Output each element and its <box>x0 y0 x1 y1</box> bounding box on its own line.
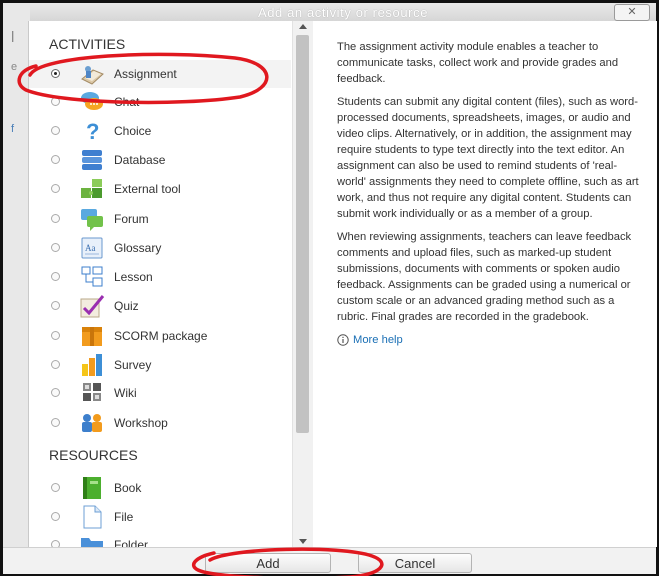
cancel-button[interactable]: Cancel <box>358 553 472 573</box>
option-folder[interactable]: Folder <box>29 531 291 547</box>
chooser-dialog: ACTIVITIES Assignment Chat ? Choice Data… <box>28 21 657 547</box>
database-icon <box>79 147 105 173</box>
option-chat[interactable]: Chat <box>29 88 291 116</box>
description-paragraph: Students can submit any digital content … <box>337 96 639 220</box>
option-forum[interactable]: Forum <box>29 205 291 233</box>
wiki-icon <box>79 380 105 406</box>
radio-button[interactable] <box>51 214 60 223</box>
option-label: Glossary <box>114 241 162 255</box>
radio-button[interactable] <box>51 540 60 547</box>
option-file[interactable]: File <box>29 503 291 531</box>
option-assignment[interactable]: Assignment <box>29 60 291 88</box>
add-button[interactable]: Add <box>205 553 331 573</box>
radio-button[interactable] <box>51 331 60 340</box>
radio-button[interactable] <box>51 388 60 397</box>
section-heading-activities: ACTIVITIES <box>49 36 126 52</box>
option-label: Forum <box>114 212 149 226</box>
description-paragraph: The assignment activity module enables a… <box>337 41 619 85</box>
choice-icon: ? <box>79 118 105 144</box>
scorm-package-icon <box>79 323 105 349</box>
list-scrollbar[interactable] <box>292 21 313 547</box>
option-quiz[interactable]: Quiz <box>29 292 291 320</box>
radio-button[interactable] <box>51 418 60 427</box>
option-label: Workshop <box>114 416 168 430</box>
scroll-thumb[interactable] <box>296 35 309 433</box>
folder-icon <box>79 532 105 547</box>
workshop-icon <box>79 410 105 436</box>
option-label: Lesson <box>114 270 153 284</box>
svg-text:?: ? <box>86 119 99 144</box>
dialog-footer: Add Cancel <box>3 547 656 574</box>
more-help-link[interactable]: More help <box>337 332 645 348</box>
option-lesson[interactable]: Lesson <box>29 263 291 291</box>
radio-button[interactable] <box>51 360 60 369</box>
background-page-strip: l e f <box>3 3 30 573</box>
option-label: Survey <box>114 358 152 372</box>
radio-button[interactable] <box>51 69 60 78</box>
module-help-panel: The assignment activity module enables a… <box>314 21 657 547</box>
option-database[interactable]: Database <box>29 146 291 174</box>
radio-button[interactable] <box>51 155 60 164</box>
info-icon <box>337 334 349 346</box>
background-glyph: l <box>11 29 15 46</box>
chat-icon <box>79 89 105 115</box>
background-glyph: f <box>11 123 15 135</box>
background-glyph: e <box>11 61 18 73</box>
radio-button[interactable] <box>51 483 60 492</box>
description-paragraph: When reviewing assignments, teachers can… <box>337 231 632 323</box>
option-scorm-package[interactable]: SCORM package <box>29 322 291 350</box>
section-heading-resources: RESOURCES <box>49 447 138 463</box>
dialog-title: Add an activity or resource <box>257 5 429 20</box>
option-book[interactable]: Book <box>29 474 291 502</box>
radio-button[interactable] <box>51 243 60 252</box>
option-external-tool[interactable]: External tool <box>29 175 291 203</box>
module-list-panel: ACTIVITIES Assignment Chat ? Choice Data… <box>29 21 313 547</box>
glossary-icon: Aa <box>79 235 105 261</box>
option-label: Choice <box>114 124 152 138</box>
option-label: Wiki <box>114 386 137 400</box>
option-label: Folder <box>114 538 149 547</box>
option-choice[interactable]: ? Choice <box>29 117 291 145</box>
option-label: SCORM package <box>114 329 208 343</box>
more-help-label: More help <box>353 334 403 346</box>
option-label: Book <box>114 481 142 495</box>
survey-icon <box>79 352 105 378</box>
module-description: The assignment activity module enables a… <box>337 39 645 348</box>
forum-icon <box>79 206 105 232</box>
option-label: External tool <box>114 182 181 196</box>
book-icon <box>79 475 105 501</box>
option-label: Chat <box>114 95 140 109</box>
scroll-down-arrow-icon[interactable] <box>299 539 307 544</box>
external-tool-icon <box>79 176 105 202</box>
option-workshop[interactable]: Workshop <box>29 409 291 437</box>
option-label: Assignment <box>114 67 177 81</box>
dialog-title-bar: Add an activity or resource ✕ <box>30 3 656 22</box>
radio-button[interactable] <box>51 301 60 310</box>
option-label: Quiz <box>114 299 139 313</box>
close-icon: ✕ <box>627 6 637 18</box>
radio-button[interactable] <box>51 272 60 281</box>
radio-button[interactable] <box>51 184 60 193</box>
option-survey[interactable]: Survey <box>29 351 291 379</box>
quiz-icon <box>79 293 105 319</box>
file-icon <box>79 504 105 530</box>
radio-button[interactable] <box>51 97 60 106</box>
lesson-icon <box>79 264 105 290</box>
svg-text:Aa: Aa <box>85 243 96 253</box>
radio-button[interactable] <box>51 512 60 521</box>
radio-button[interactable] <box>51 126 60 135</box>
close-button[interactable]: ✕ <box>614 4 650 21</box>
option-label: Database <box>114 153 166 167</box>
assignment-icon <box>79 61 105 87</box>
option-label: File <box>114 510 134 524</box>
scroll-up-arrow-icon[interactable] <box>299 24 307 29</box>
option-wiki[interactable]: Wiki <box>29 379 291 407</box>
option-glossary[interactable]: Aa Glossary <box>29 234 291 262</box>
